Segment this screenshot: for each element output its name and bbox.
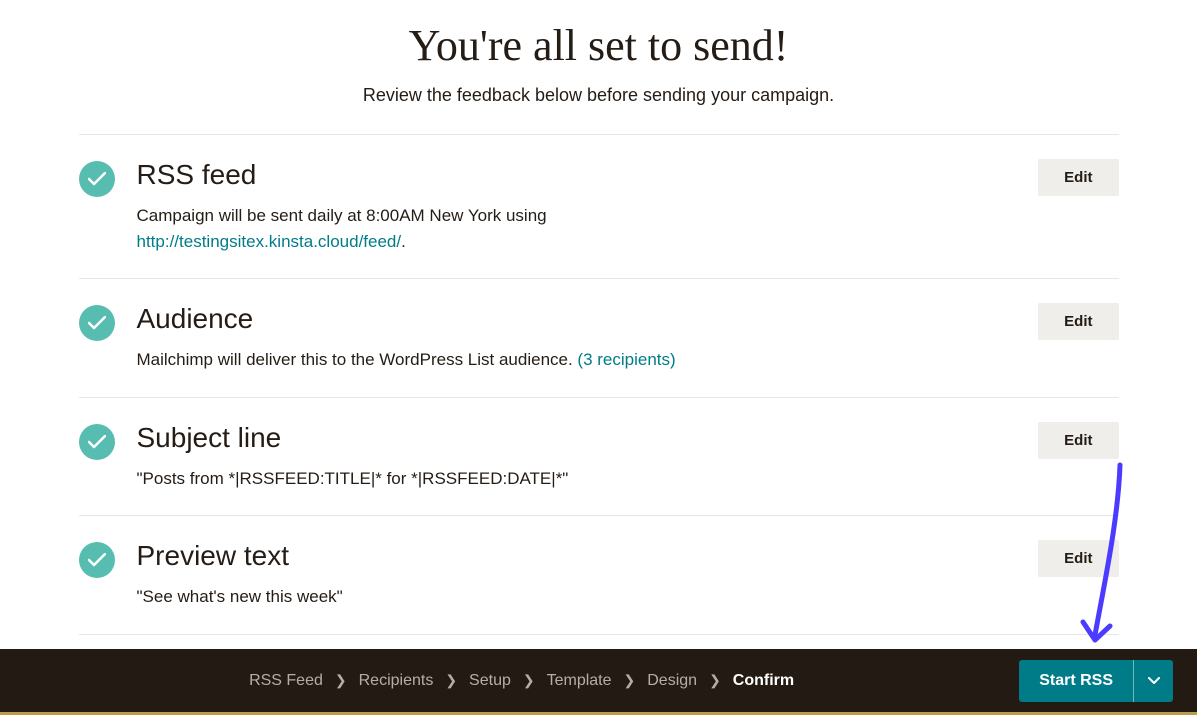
chevron-right-icon: ❯ <box>335 672 347 689</box>
edit-button[interactable]: Edit <box>1038 540 1118 577</box>
section-description: "Posts from *|RSSFEED:TITLE|* for *|RSSF… <box>137 466 999 492</box>
check-icon <box>79 305 115 341</box>
edit-button[interactable]: Edit <box>1038 422 1118 459</box>
breadcrumb-recipients[interactable]: Recipients <box>359 672 434 690</box>
start-rss-group: Start RSS <box>1019 660 1173 702</box>
section-title: RSS feed <box>137 159 999 191</box>
section-preview-text: Preview text "See what's new this week" … <box>79 516 1119 635</box>
section-description: Campaign will be sent daily at 8:00AM Ne… <box>137 203 999 254</box>
breadcrumb-setup[interactable]: Setup <box>469 672 511 690</box>
rss-feed-link[interactable]: http://testingsitex.kinsta.cloud/feed/ <box>137 232 402 251</box>
section-description: "See what's new this week" <box>137 584 999 610</box>
section-title: Preview text <box>137 540 999 572</box>
start-rss-dropdown[interactable] <box>1133 660 1173 702</box>
check-icon <box>79 161 115 197</box>
recipients-link[interactable]: (3 recipients) <box>577 350 675 369</box>
section-title: Subject line <box>137 422 999 454</box>
confirmation-sections: RSS feed Campaign will be sent daily at … <box>79 134 1119 635</box>
edit-button[interactable]: Edit <box>1038 159 1118 196</box>
bottom-bar: RSS Feed ❯ Recipients ❯ Setup ❯ Template… <box>0 649 1197 715</box>
chevron-right-icon: ❯ <box>709 672 721 689</box>
breadcrumb-template[interactable]: Template <box>547 672 612 690</box>
breadcrumb: RSS Feed ❯ Recipients ❯ Setup ❯ Template… <box>24 672 1019 690</box>
breadcrumb-confirm[interactable]: Confirm <box>733 672 794 690</box>
section-description: Mailchimp will deliver this to the WordP… <box>137 347 999 373</box>
section-audience: Audience Mailchimp will deliver this to … <box>79 279 1119 398</box>
edit-button[interactable]: Edit <box>1038 303 1118 340</box>
section-title: Audience <box>137 303 999 335</box>
page-title: You're all set to send! <box>0 20 1197 71</box>
breadcrumb-rss-feed[interactable]: RSS Feed <box>249 672 323 690</box>
chevron-down-icon <box>1148 677 1160 685</box>
section-subject-line: Subject line "Posts from *|RSSFEED:TITLE… <box>79 398 1119 517</box>
section-rss-feed: RSS feed Campaign will be sent daily at … <box>79 135 1119 279</box>
chevron-right-icon: ❯ <box>624 672 636 689</box>
start-rss-button[interactable]: Start RSS <box>1019 660 1133 702</box>
check-icon <box>79 424 115 460</box>
breadcrumb-design[interactable]: Design <box>647 672 697 690</box>
check-icon <box>79 542 115 578</box>
chevron-right-icon: ❯ <box>523 672 535 689</box>
page-subtitle: Review the feedback below before sending… <box>0 85 1197 106</box>
page-header: You're all set to send! Review the feedb… <box>0 0 1197 134</box>
chevron-right-icon: ❯ <box>445 672 457 689</box>
